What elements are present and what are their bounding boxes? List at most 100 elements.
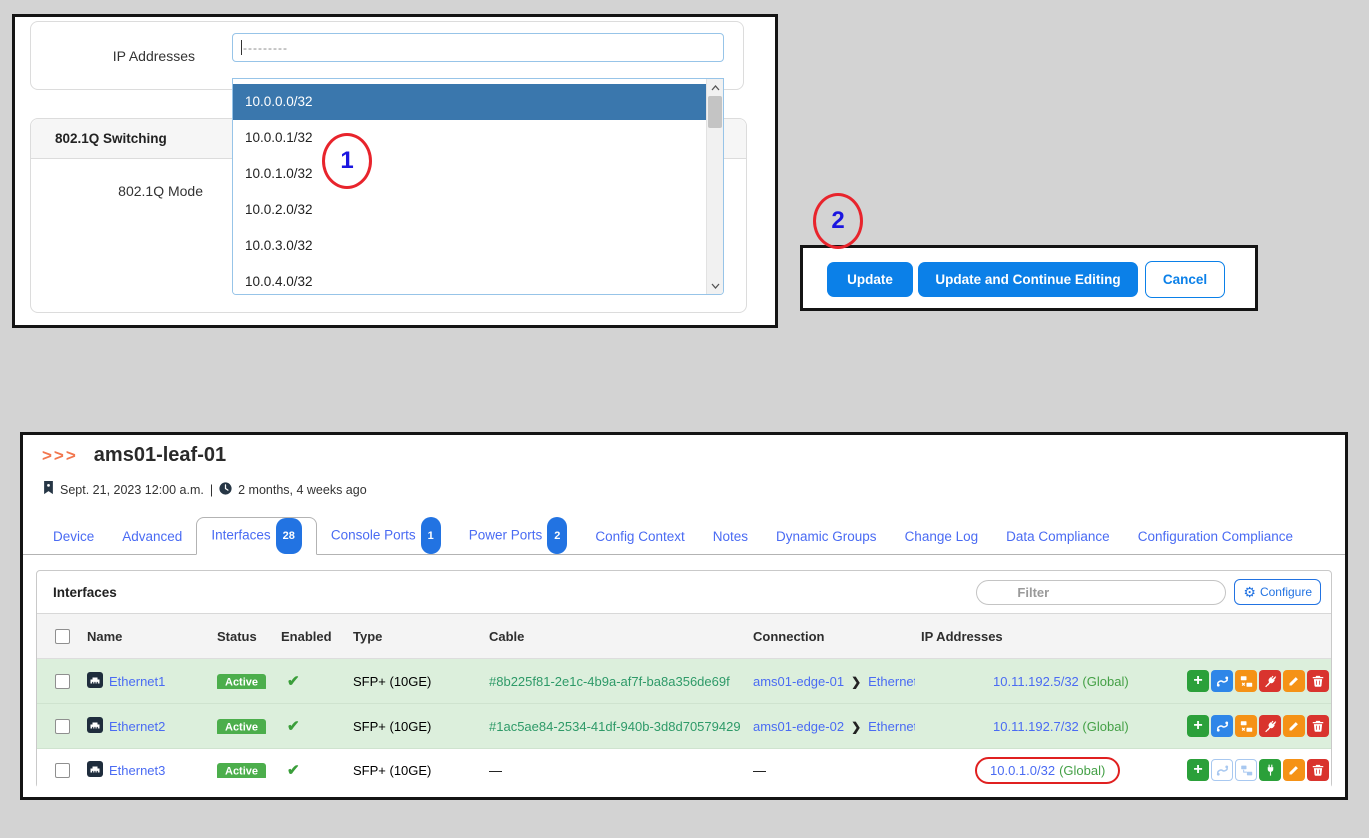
edit-interface-button[interactable] — [1283, 715, 1305, 737]
connection-port-link[interactable]: Ethernet3/1 — [868, 674, 915, 689]
disconnect-cable-button[interactable] — [1259, 715, 1281, 737]
ethernet-port-icon — [87, 672, 103, 691]
add-ip-button[interactable]: + — [1187, 670, 1209, 692]
row-checkbox[interactable] — [55, 674, 70, 689]
interface-link[interactable]: Ethernet1 — [109, 674, 165, 689]
ip-scope-label: (Global) — [1082, 674, 1128, 689]
edit-interface-button[interactable] — [1283, 759, 1305, 781]
ip-address-link[interactable]: 10.11.192.7/32 — [993, 719, 1079, 734]
col-header-connection: Connection — [747, 629, 915, 644]
update-button[interactable]: Update — [827, 262, 913, 297]
option-ip-1[interactable]: 10.0.0.1/32 — [233, 120, 723, 156]
scrollbar-thumb[interactable] — [708, 96, 722, 128]
status-badge: Active — [217, 763, 266, 778]
annotation-number-1: 1 — [340, 147, 353, 175]
option-ip-3[interactable]: 10.0.2.0/32 — [233, 192, 723, 228]
swap-devices-icon — [1240, 764, 1253, 777]
trace-icon — [1216, 764, 1229, 777]
scroll-up-icon[interactable] — [707, 79, 723, 96]
device-detail-panel: >>> ams01-leaf-01 Sept. 21, 2023 12:00 a… — [20, 432, 1348, 800]
table-row-ethernet2: Ethernet2 Active ✔ SFP+ (10GE) #1ac5ae84… — [37, 704, 1331, 749]
cable-link[interactable]: #1ac5ae84-2534-41df-940b-3d8d70579429 — [489, 719, 741, 734]
trace-cable-button[interactable] — [1211, 715, 1233, 737]
interface-type: SFP+ (10GE) — [347, 763, 483, 778]
col-header-type: Type — [347, 629, 483, 644]
interfaces-card-header: Interfaces ⚙ Configure — [37, 571, 1331, 614]
plus-icon: + — [1193, 718, 1202, 734]
table-row-ethernet3: Ethernet3 Active ✔ SFP+ (10GE) — — 10.0.… — [37, 749, 1331, 791]
connection-device-link[interactable]: ams01-edge-01 — [753, 674, 844, 689]
ip-address-link[interactable]: 10.0.1.0/32 — [990, 763, 1055, 778]
disconnect-plug-icon — [1264, 720, 1277, 733]
pencil-icon — [1288, 675, 1300, 687]
dropdown-scrollbar[interactable] — [706, 79, 723, 294]
connection-port-link[interactable]: Ethernet3/1 — [868, 719, 915, 734]
status-badge: Active — [217, 719, 266, 734]
tab-configuration-compliance[interactable]: Configuration Compliance — [1124, 520, 1307, 554]
add-ip-button[interactable]: + — [1187, 715, 1209, 737]
connection-device-link[interactable]: ams01-edge-02 — [753, 719, 844, 734]
tab-change-log[interactable]: Change Log — [891, 520, 993, 554]
col-header-ip-addresses: IP Addresses — [915, 629, 1183, 644]
disconnect-cable-button[interactable] — [1259, 670, 1281, 692]
row-actions: + — [1183, 759, 1331, 781]
add-ip-button[interactable]: + — [1187, 759, 1209, 781]
option-ip-4[interactable]: 10.0.3.0/32 — [233, 228, 723, 264]
clock-icon — [219, 482, 232, 498]
plus-icon: + — [1193, 762, 1202, 778]
filter-input[interactable] — [976, 580, 1226, 605]
update-and-continue-button[interactable]: Update and Continue Editing — [918, 262, 1138, 297]
enabled-check-icon: ✔ — [281, 673, 300, 690]
tab-device[interactable]: Device — [39, 520, 108, 554]
option-ip-5[interactable]: 10.0.4.0/32 — [233, 264, 723, 295]
chevron-right-icon: ❯ — [851, 675, 861, 689]
cable-link[interactable]: #8b225f81-2e1c-4b9a-af7f-ba8a356de69f — [489, 674, 730, 689]
interface-link[interactable]: Ethernet3 — [109, 763, 165, 778]
ip-address-link[interactable]: 10.11.192.5/32 — [993, 674, 1079, 689]
interface-link[interactable]: Ethernet2 — [109, 719, 165, 734]
tab-interfaces[interactable]: Interfaces28 — [196, 517, 317, 555]
connect-cable-button[interactable] — [1259, 759, 1281, 781]
interface-edit-form-panel: IP Addresses 802.1Q Switching 802.1Q Mod… — [12, 14, 778, 328]
swap-cable-button[interactable] — [1235, 715, 1257, 737]
tab-config-context[interactable]: Config Context — [581, 520, 698, 554]
trace-cable-button[interactable] — [1211, 670, 1233, 692]
cancel-button[interactable]: Cancel — [1145, 261, 1225, 298]
page-title-row: >>> ams01-leaf-01 — [42, 444, 226, 467]
ip-address-select: --------- 10.0.0.0/32 10.0.0.1/32 10.0.1… — [232, 33, 724, 62]
delete-interface-button[interactable] — [1307, 715, 1329, 737]
row-actions: + — [1183, 715, 1331, 737]
tab-console-ports[interactable]: Console Ports1 — [317, 517, 455, 554]
row-checkbox[interactable] — [55, 763, 70, 778]
tab-dynamic-groups[interactable]: Dynamic Groups — [762, 520, 891, 554]
connect-plug-icon — [1264, 764, 1277, 777]
swap-cable-button[interactable] — [1235, 670, 1257, 692]
delete-interface-button[interactable] — [1307, 670, 1329, 692]
tab-advanced[interactable]: Advanced — [108, 520, 196, 554]
select-placeholder: --------- — [243, 41, 288, 55]
connection-empty-dash: — — [747, 763, 915, 778]
connection-cell: ams01-edge-01 ❯ Ethernet3/1 — [747, 674, 915, 689]
row-checkbox[interactable] — [55, 719, 70, 734]
tab-notes[interactable]: Notes — [699, 520, 762, 554]
tab-power-ports[interactable]: Power Ports2 — [455, 517, 582, 554]
option-ip-0[interactable]: 10.0.0.0/32 — [233, 84, 723, 120]
ip-scope-label: (Global) — [1059, 763, 1105, 778]
trace-cable-button-disabled — [1211, 759, 1233, 781]
ip-address-search-input[interactable]: --------- — [232, 33, 724, 62]
scroll-down-icon[interactable] — [707, 277, 723, 294]
status-badge: Active — [217, 674, 266, 689]
swap-devices-icon — [1240, 720, 1253, 733]
disconnect-plug-icon — [1264, 675, 1277, 688]
edit-interface-button[interactable] — [1283, 670, 1305, 692]
tab-data-compliance[interactable]: Data Compliance — [992, 520, 1124, 554]
created-timestamp: Sept. 21, 2023 12:00 a.m. — [60, 483, 204, 497]
device-tab-bar: Device Advanced Interfaces28 Console Por… — [23, 519, 1345, 555]
delete-interface-button[interactable] — [1307, 759, 1329, 781]
plus-icon: + — [1193, 673, 1202, 689]
configure-button[interactable]: ⚙ Configure — [1234, 579, 1321, 605]
select-all-checkbox[interactable] — [55, 629, 70, 644]
option-ip-2[interactable]: 10.0.1.0/32 — [233, 156, 723, 192]
interfaces-count-badge: 28 — [276, 518, 302, 554]
interfaces-card-title: Interfaces — [53, 585, 976, 600]
